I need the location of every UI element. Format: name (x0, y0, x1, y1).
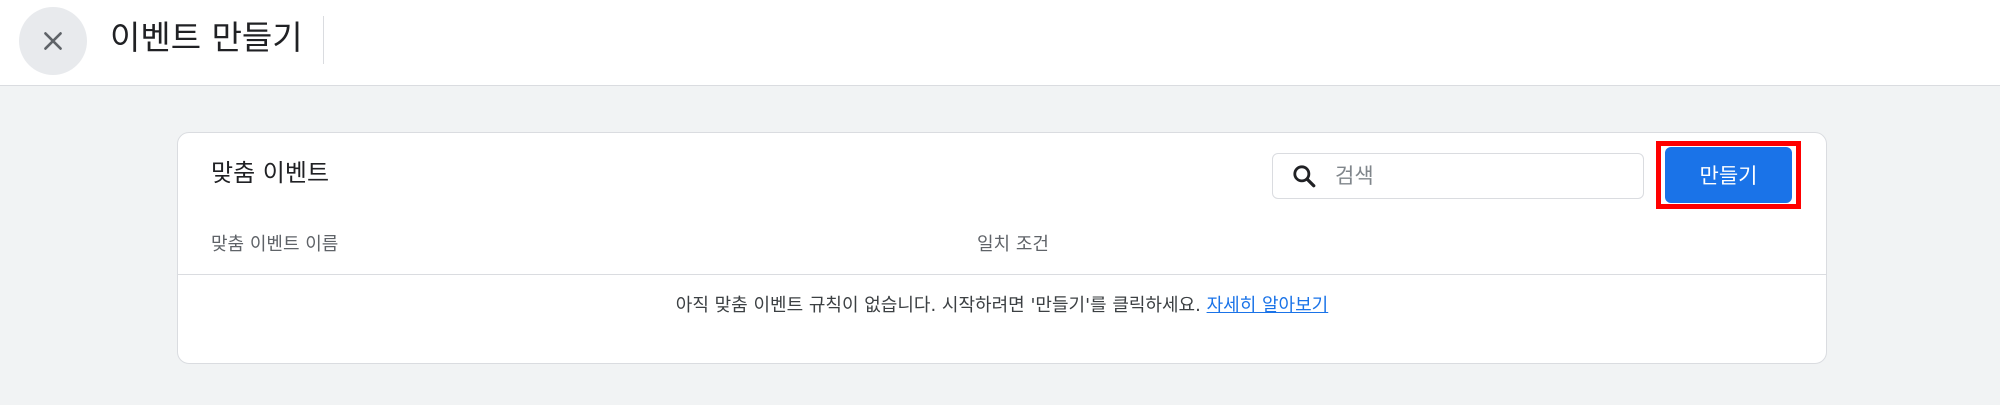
empty-state-message: 아직 맞춤 이벤트 규칙이 없습니다. 시작하려면 '만들기'를 클릭하세요. (675, 295, 1201, 316)
page-title: 이벤트 만들기 (110, 18, 303, 57)
search-input[interactable] (1333, 163, 1617, 189)
title-divider (323, 16, 324, 64)
column-header-match-condition: 일치 조건 (977, 234, 1049, 255)
empty-state-row: 아직 맞춤 이벤트 규칙이 없습니다. 시작하려면 '만들기'를 클릭하세요. … (178, 293, 1826, 319)
top-bar: 이벤트 만들기 (0, 0, 2000, 86)
card-title: 맞춤 이벤트 (211, 159, 330, 187)
close-button[interactable] (19, 7, 87, 75)
learn-more-link[interactable]: 자세히 알아보기 (1207, 295, 1329, 316)
custom-events-card: 맞춤 이벤트 만들기 맞춤 이벤트 이름 일치 조건 아직 맞춤 이벤트 규칙이… (177, 132, 1827, 364)
search-box[interactable] (1272, 153, 1644, 199)
create-button[interactable]: 만들기 (1665, 147, 1792, 203)
column-header-event-name: 맞춤 이벤트 이름 (211, 234, 339, 255)
header-divider (178, 274, 1826, 275)
close-icon (44, 32, 62, 50)
search-icon (1291, 163, 1317, 189)
